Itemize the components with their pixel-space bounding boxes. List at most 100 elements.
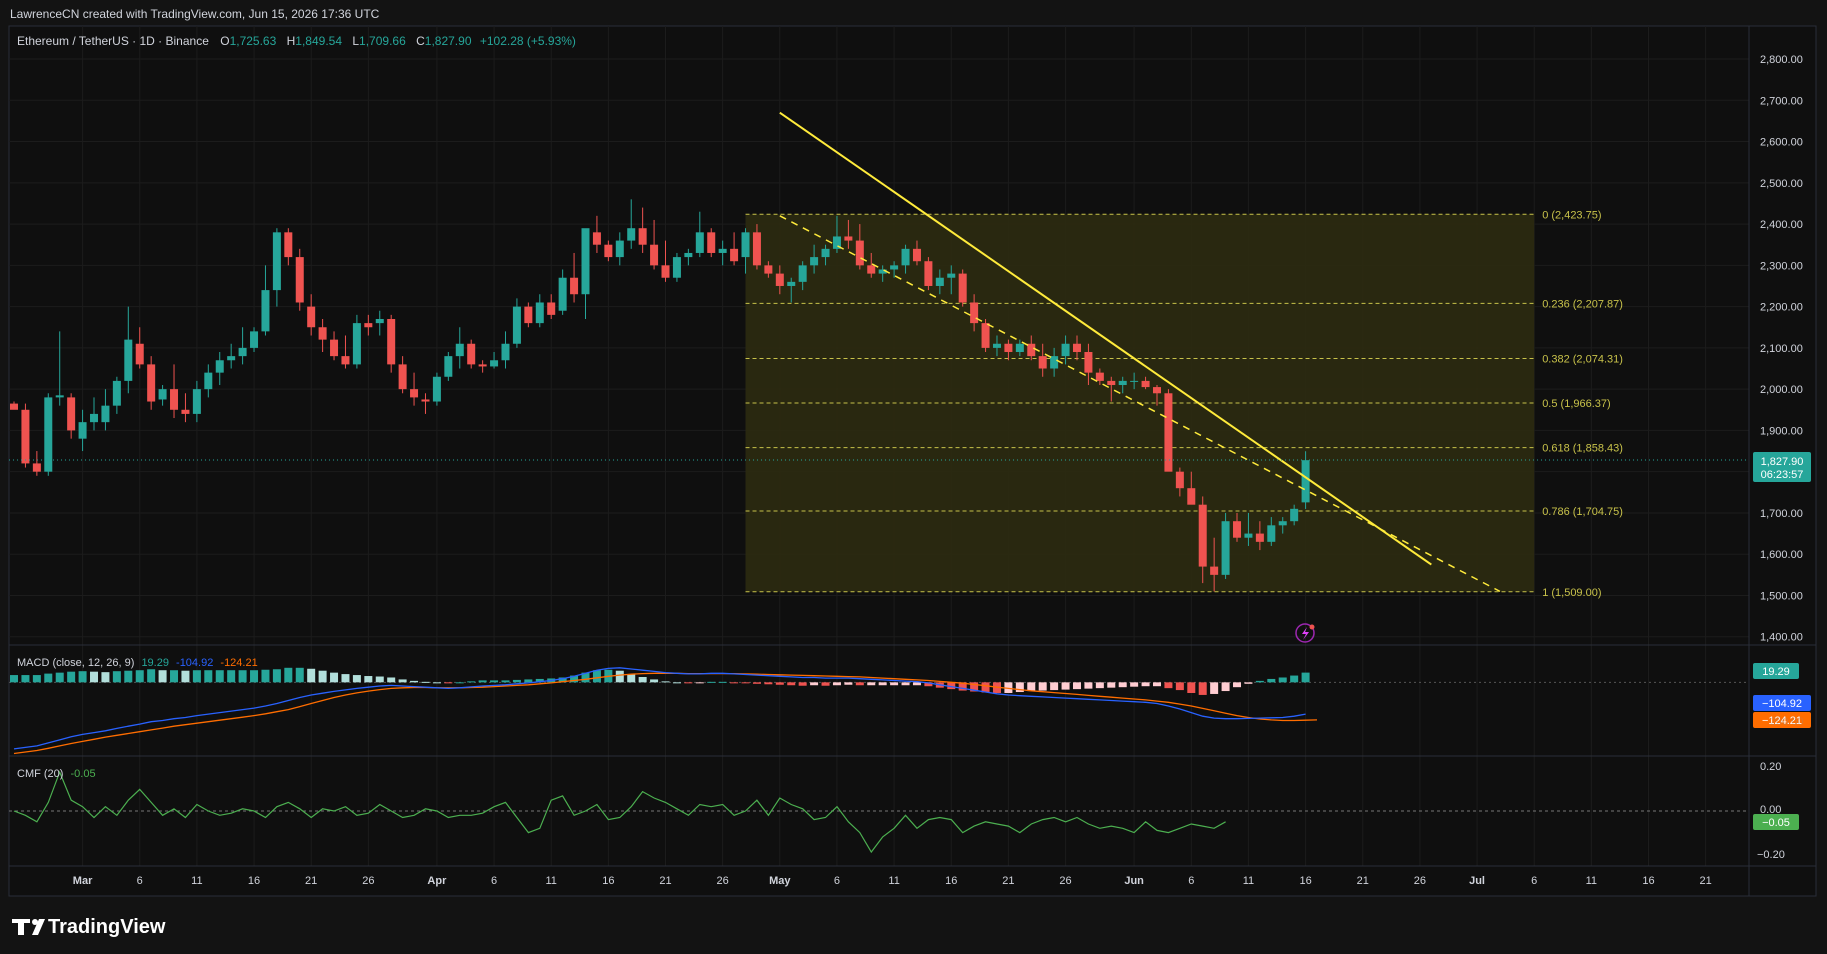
macd-histogram-bar <box>398 679 407 683</box>
candle-body <box>958 273 967 303</box>
candle-body <box>844 236 853 241</box>
macd-histogram-bar <box>867 682 876 686</box>
cmf-label: CMF (20) <box>17 768 63 780</box>
candle-body <box>67 397 76 431</box>
macd-histogram-bar <box>490 680 499 683</box>
candle-body <box>398 364 407 390</box>
candle-body <box>432 376 441 402</box>
time-tick: 16 <box>945 875 957 887</box>
price-tick: 1,400.00 <box>1760 632 1803 644</box>
macd-histogram-bar <box>775 682 784 685</box>
macd-histogram-bar <box>352 675 361 683</box>
candle-body <box>410 389 419 398</box>
candle-body <box>1061 343 1070 357</box>
candle-body <box>1015 343 1024 353</box>
time-tick: 26 <box>1059 875 1071 887</box>
macd-histogram-bar <box>181 670 190 683</box>
candle-body <box>1301 460 1310 503</box>
candle-body <box>638 228 647 245</box>
candle-body <box>912 248 921 262</box>
macd-histogram-bar <box>238 670 247 683</box>
candle-body <box>1141 380 1150 388</box>
candle-body <box>1233 521 1242 538</box>
candle-body <box>135 343 144 365</box>
macd-histogram-bar <box>764 682 773 685</box>
candle-body <box>295 257 304 303</box>
cmf-tick-bottom: −0.20 <box>1757 849 1785 861</box>
candle-body <box>764 265 773 274</box>
macd-hist-value: 19.29 <box>141 657 169 669</box>
candle-body <box>284 232 293 258</box>
time-tick: Jul <box>1469 875 1485 887</box>
macd-histogram-bar <box>1107 682 1116 688</box>
time-tick: Jun <box>1124 875 1144 887</box>
macd-histogram-bar <box>330 672 339 683</box>
macd-histogram-bar <box>650 679 659 683</box>
macd-histogram-bar <box>638 677 647 683</box>
macd-histogram-bar <box>410 680 419 683</box>
candle-body <box>855 240 864 266</box>
macd-histogram-bar <box>901 682 910 686</box>
candle-body <box>467 343 476 365</box>
candle-body <box>32 463 41 472</box>
macd-histogram-bar <box>284 667 293 683</box>
price-tick: 1,700.00 <box>1760 508 1803 520</box>
time-tick: 6 <box>834 875 840 887</box>
macd-histogram-bar <box>1301 672 1310 683</box>
macd-histogram-bar <box>798 682 807 686</box>
macd-histogram-bar <box>1187 682 1196 693</box>
macd-line-tag: −104.92 <box>1762 698 1802 710</box>
macd-histogram-bar <box>192 670 201 683</box>
candle-body <box>1210 566 1219 575</box>
candle-body <box>810 257 819 266</box>
candle-body <box>1095 372 1104 381</box>
fib-level-label: 0.382 (2,074.31) <box>1542 353 1623 365</box>
price-tick: 1,500.00 <box>1760 590 1803 602</box>
candle-body <box>535 302 544 324</box>
candle-body <box>707 232 716 253</box>
candle-body <box>695 232 704 253</box>
candle-body <box>650 244 659 266</box>
macd-histogram-bar <box>170 670 179 683</box>
macd-histogram-bar <box>615 670 624 683</box>
time-tick: 16 <box>602 875 614 887</box>
price-tick: 2,400.00 <box>1760 219 1803 231</box>
macd-histogram-bar <box>444 682 453 684</box>
candle-body <box>1153 387 1161 394</box>
candle-body <box>935 277 944 286</box>
macd-histogram-bar <box>44 673 53 683</box>
candle-body <box>330 339 339 357</box>
macd-line-value: -104.92 <box>176 657 213 669</box>
macd-histogram-bar <box>855 682 864 686</box>
macd-histogram-bar <box>844 682 853 685</box>
candle-body <box>444 356 453 377</box>
fib-retracement[interactable]: 0 (2,423.75) 0.236 (2,207.87) 0.382 (2,074… <box>745 209 1623 599</box>
candle-body <box>730 248 739 262</box>
candle-body <box>1244 533 1253 538</box>
price-tag-countdown: 06:23:57 <box>1761 469 1804 481</box>
price-tag-value: 1,827.90 <box>1761 456 1804 468</box>
candle-body <box>318 327 327 340</box>
time-tick: 26 <box>362 875 374 887</box>
symbol-name: Ethereum / TetherUS · 1D · Binance <box>17 34 209 48</box>
macd-histogram-bar <box>421 681 430 683</box>
price-axis[interactable]: 2,800.00 2,700.00 2,600.00 2,500.00 2,400.00… <box>1760 54 1803 644</box>
candle-body <box>1267 525 1276 542</box>
macd-histogram-bar <box>455 682 464 684</box>
candle-body <box>421 399 430 402</box>
macd-histogram-bar <box>387 677 396 683</box>
macd-histogram-bar <box>695 682 704 684</box>
candle-body <box>798 265 807 282</box>
candle-body <box>101 405 110 423</box>
macd-histogram-bar <box>1050 682 1059 691</box>
candle-body <box>112 380 121 406</box>
candle-body <box>570 277 579 295</box>
macd-label: MACD (close, 12, 26, 9) <box>17 657 134 669</box>
candle-body <box>615 240 624 258</box>
macd-histogram-bar <box>295 667 304 683</box>
macd-histogram-bar <box>318 670 327 683</box>
tradingview-chart: LawrenceCN created with TradingView.com,… <box>0 0 1827 954</box>
time-tick: 11 <box>1243 875 1254 887</box>
macd-histogram-bar <box>158 670 167 683</box>
price-tick: 2,500.00 <box>1760 178 1803 190</box>
